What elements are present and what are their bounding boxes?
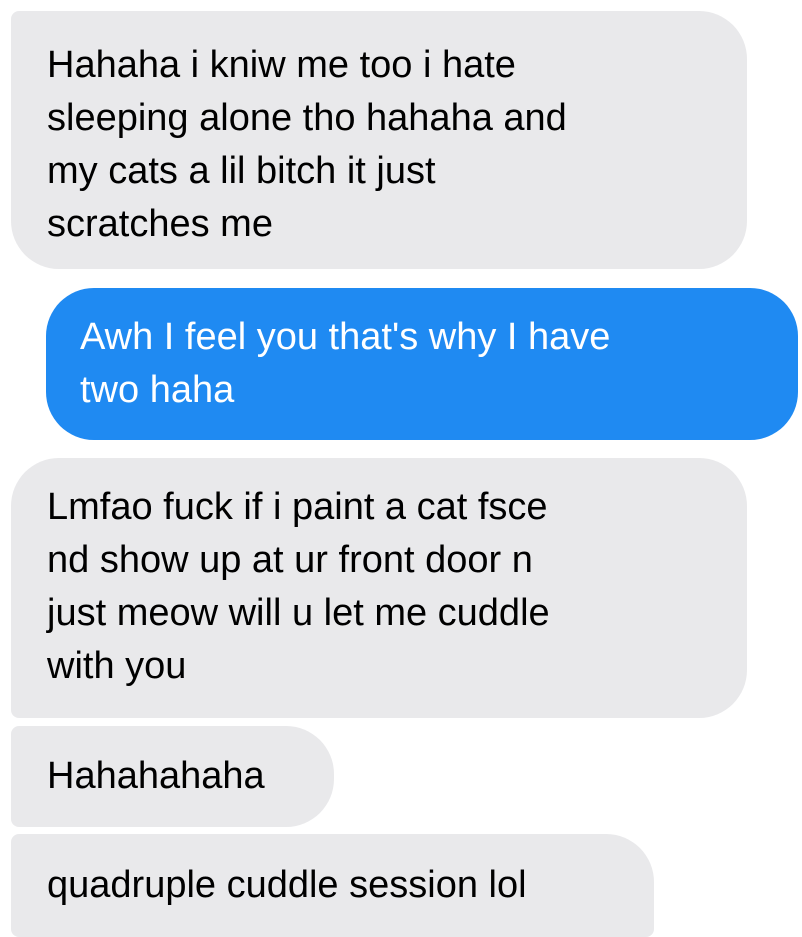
received-message-bubble[interactable]: Hahahahaha xyxy=(11,726,334,827)
received-message-bubble[interactable]: Lmfao fuck if i paint a cat fsce nd show… xyxy=(11,458,747,718)
received-message-bubble[interactable]: Hahaha i kniw me too i hate sleeping alo… xyxy=(11,11,747,269)
message-thread: Hahaha i kniw me too i hate sleeping alo… xyxy=(0,0,802,937)
received-message-bubble[interactable]: quadruple cuddle session lol xyxy=(11,834,654,937)
sent-message-bubble[interactable]: Awh I feel you that's why I have two hah… xyxy=(46,288,798,440)
